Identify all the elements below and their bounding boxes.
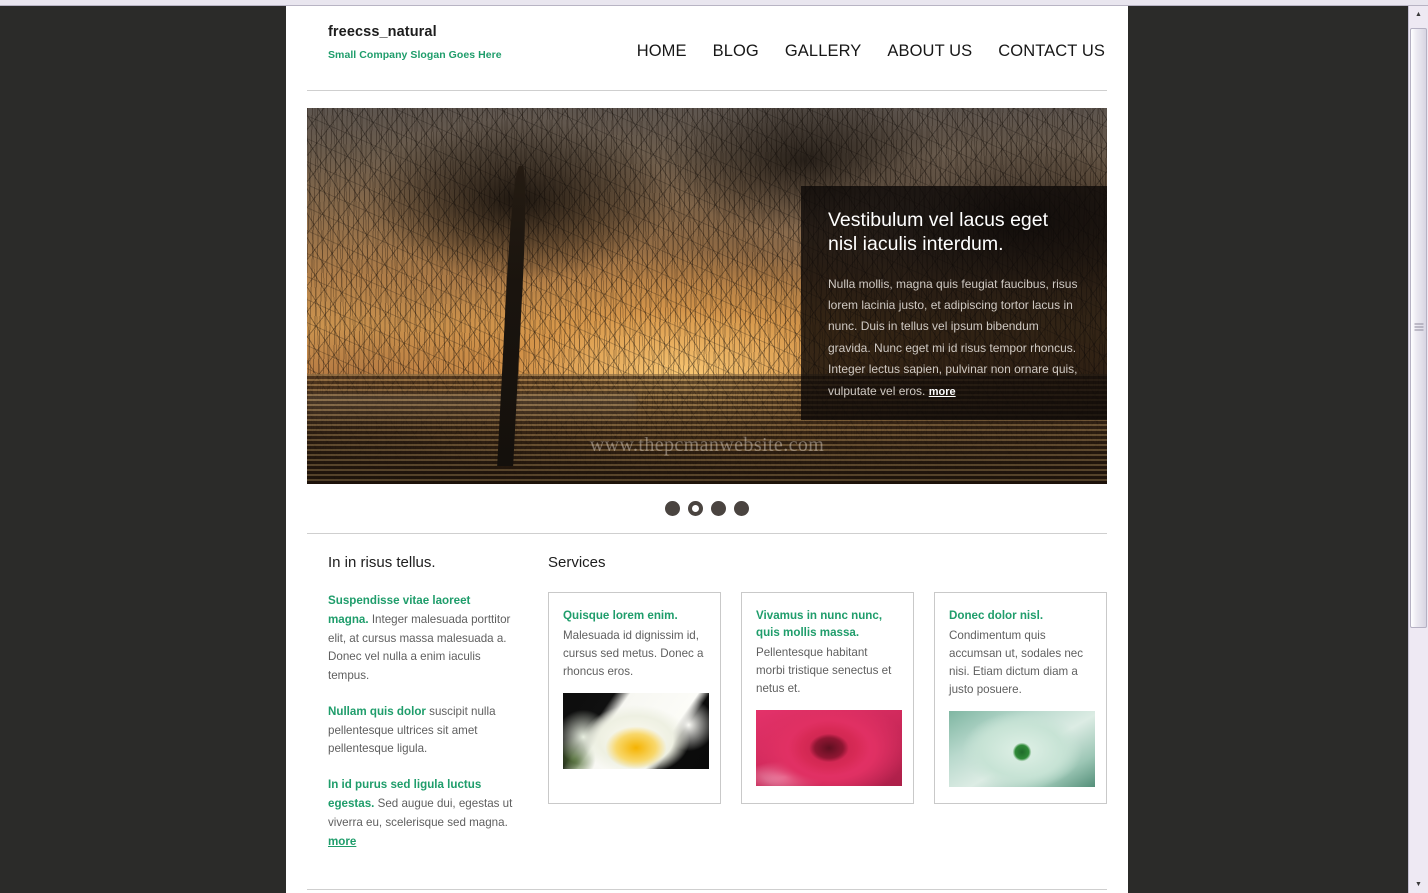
- intro-heading: In in risus tellus.: [328, 554, 436, 571]
- slider-pagination: [307, 484, 1107, 516]
- banner-caption-text: Nulla mollis, magna quis feugiat faucibu…: [828, 276, 1078, 398]
- service-card-title: Quisque lorem enim.: [563, 609, 678, 622]
- intro-paragraph-3: In id purus sed ligula luctus egestas. S…: [328, 776, 514, 851]
- service-card-image-orchid: [563, 692, 709, 769]
- webpage-content: freecss_natural Small Company Slogan Goe…: [286, 6, 1128, 893]
- service-card[interactable]: Vivamus in nunc nunc, quis mollis massa.…: [741, 592, 914, 804]
- nav-item-about-us[interactable]: ABOUT US: [887, 42, 972, 61]
- scrollbar-thumb[interactable]: [1410, 28, 1427, 628]
- service-card-title: Vivamus in nunc nunc, quis mollis massa.: [756, 609, 883, 639]
- service-card-image-rose: [756, 709, 902, 786]
- scrollbar-grip-icon: [1414, 323, 1423, 333]
- slider-dot-3[interactable]: [711, 501, 726, 516]
- site-branding[interactable]: freecss_natural Small Company Slogan Goe…: [307, 24, 502, 61]
- services-column: Services Quisque lorem enim. Malesuada i…: [530, 554, 1107, 868]
- intro-lead-2: Nullam quis dolor: [328, 704, 426, 718]
- services-heading: Services: [548, 554, 606, 571]
- slider-dot-1[interactable]: [665, 501, 680, 516]
- intro-paragraph-1: Suspendisse vitae laoreet magna. Integer…: [328, 592, 514, 686]
- intro-more-link[interactable]: more: [328, 835, 356, 848]
- nav-item-contact-us[interactable]: CONTACT US: [998, 42, 1105, 61]
- nav-item-gallery[interactable]: GALLERY: [785, 42, 862, 61]
- scroll-down-arrow-icon[interactable]: ▼: [1409, 876, 1428, 893]
- banner-caption-body: Nulla mollis, magna quis feugiat faucibu…: [828, 274, 1081, 402]
- site-header: freecss_natural Small Company Slogan Goe…: [307, 6, 1107, 61]
- site-title: freecss_natural: [328, 24, 437, 40]
- slider-dot-4[interactable]: [734, 501, 749, 516]
- banner-caption-title: Vestibulum vel lacus eget nisl iaculis i…: [828, 209, 1049, 256]
- service-card-title: Donec dolor nisl.: [949, 609, 1044, 622]
- page-right-gutter: [1128, 6, 1408, 893]
- scroll-up-arrow-icon[interactable]: ▲: [1409, 6, 1428, 23]
- service-card-text: Pellentesque habitant morbi tristique se…: [756, 645, 892, 695]
- site-slogan: Small Company Slogan Goes Here: [328, 48, 502, 61]
- hero-banner-area: www.thepcmanwebsite.com Vestibulum vel l…: [307, 91, 1107, 516]
- service-card[interactable]: Quisque lorem enim. Malesuada id digniss…: [548, 592, 721, 804]
- service-card-text: Malesuada id dignissim id, cursus sed me…: [563, 628, 704, 678]
- intro-paragraph-2: Nullam quis dolor suscipit nulla pellent…: [328, 703, 514, 759]
- page-left-gutter: [0, 6, 286, 893]
- banner-more-link[interactable]: more: [929, 386, 956, 398]
- main-navigation: HOME BLOG GALLERY ABOUT US CONTACT US: [637, 25, 1107, 61]
- service-card[interactable]: Donec dolor nisl. Condimentum quis accum…: [934, 592, 1107, 804]
- hero-banner[interactable]: www.thepcmanwebsite.com Vestibulum vel l…: [307, 108, 1107, 484]
- banner-caption-box: Vestibulum vel lacus eget nisl iaculis i…: [801, 186, 1107, 421]
- slider-dot-2[interactable]: [688, 501, 703, 516]
- nav-item-blog[interactable]: BLOG: [713, 42, 759, 61]
- service-card-image-daisy: [949, 710, 1095, 787]
- service-card-text: Condimentum quis accumsan ut, sodales ne…: [949, 628, 1084, 696]
- browser-viewport: freecss_natural Small Company Slogan Goe…: [0, 0, 1428, 893]
- service-card-list: Quisque lorem enim. Malesuada id digniss…: [548, 592, 1107, 804]
- content-row-one: In in risus tellus. Suspendisse vitae la…: [307, 534, 1107, 868]
- nav-item-home[interactable]: HOME: [637, 42, 687, 61]
- vertical-scrollbar[interactable]: ▲ ▼: [1408, 6, 1428, 893]
- intro-column: In in risus tellus. Suspendisse vitae la…: [307, 554, 530, 868]
